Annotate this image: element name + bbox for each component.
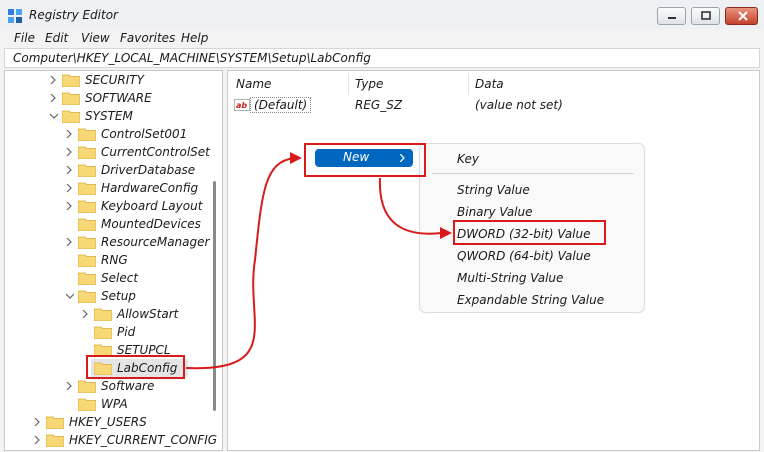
- arrow-new-to-dword: [378, 177, 443, 235]
- arrow-labconfig-to-new: [185, 157, 295, 370]
- arrowhead-dword: [440, 227, 452, 239]
- annotation-arrows: [185, 152, 452, 370]
- arrowhead-new: [290, 152, 302, 164]
